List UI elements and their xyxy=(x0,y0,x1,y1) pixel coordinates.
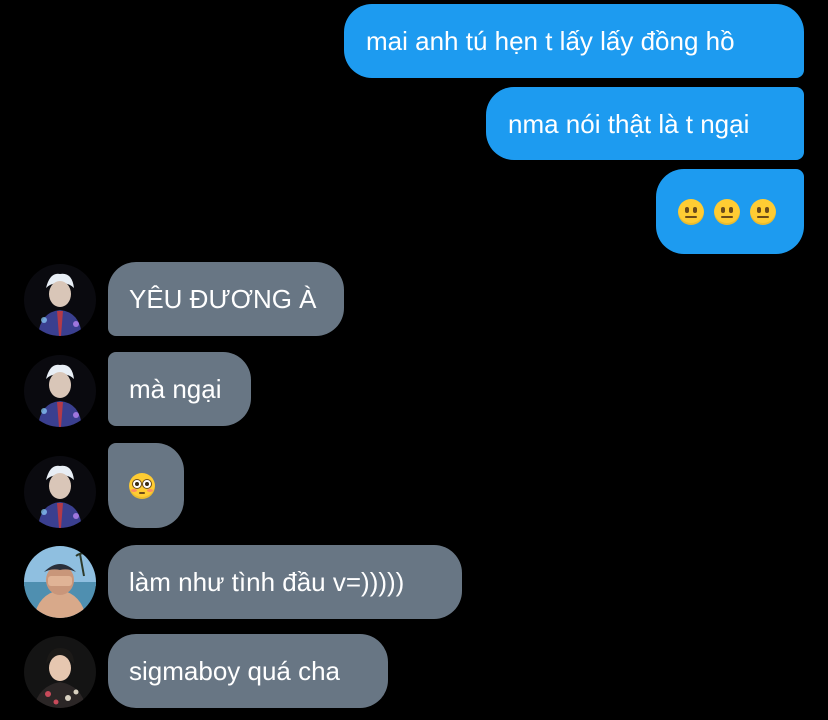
avatar-user-2-icon[interactable] xyxy=(24,546,96,618)
message-text: làm như tình đầu v=))))) xyxy=(129,567,405,597)
avatar-user-1-icon[interactable] xyxy=(24,264,96,336)
neutral-face-icon xyxy=(750,198,776,225)
message-bubble-incoming[interactable] xyxy=(108,443,184,528)
message-text: mai anh tú hẹn t lấy lấy đồng hồ xyxy=(366,26,735,56)
neutral-face-icon xyxy=(678,198,704,225)
avatar-user-1-icon[interactable] xyxy=(24,355,96,427)
message-bubble-incoming[interactable]: YÊU ĐƯƠNG À xyxy=(108,262,344,336)
avatar-user-1-icon[interactable] xyxy=(24,456,96,528)
message-text: sigmaboy quá cha xyxy=(129,656,341,686)
message-bubble-outgoing[interactable]: nma nói thật là t ngại xyxy=(486,87,804,160)
avatar-user-3-icon[interactable] xyxy=(24,636,96,708)
flushed-face-icon xyxy=(129,472,155,499)
message-bubble-incoming[interactable]: mà ngại xyxy=(108,352,251,426)
message-bubble-outgoing[interactable] xyxy=(656,169,804,254)
message-bubble-incoming[interactable]: làm như tình đầu v=))))) xyxy=(108,545,462,619)
message-bubble-outgoing[interactable]: mai anh tú hẹn t lấy lấy đồng hồ xyxy=(344,4,804,78)
neutral-face-icon xyxy=(714,198,740,225)
message-text: nma nói thật là t ngại xyxy=(508,108,750,139)
message-text: mà ngại xyxy=(129,374,222,404)
message-bubble-incoming[interactable]: sigmaboy quá cha xyxy=(108,634,388,708)
message-text: YÊU ĐƯƠNG À xyxy=(129,284,317,314)
emoji-row xyxy=(678,198,776,225)
